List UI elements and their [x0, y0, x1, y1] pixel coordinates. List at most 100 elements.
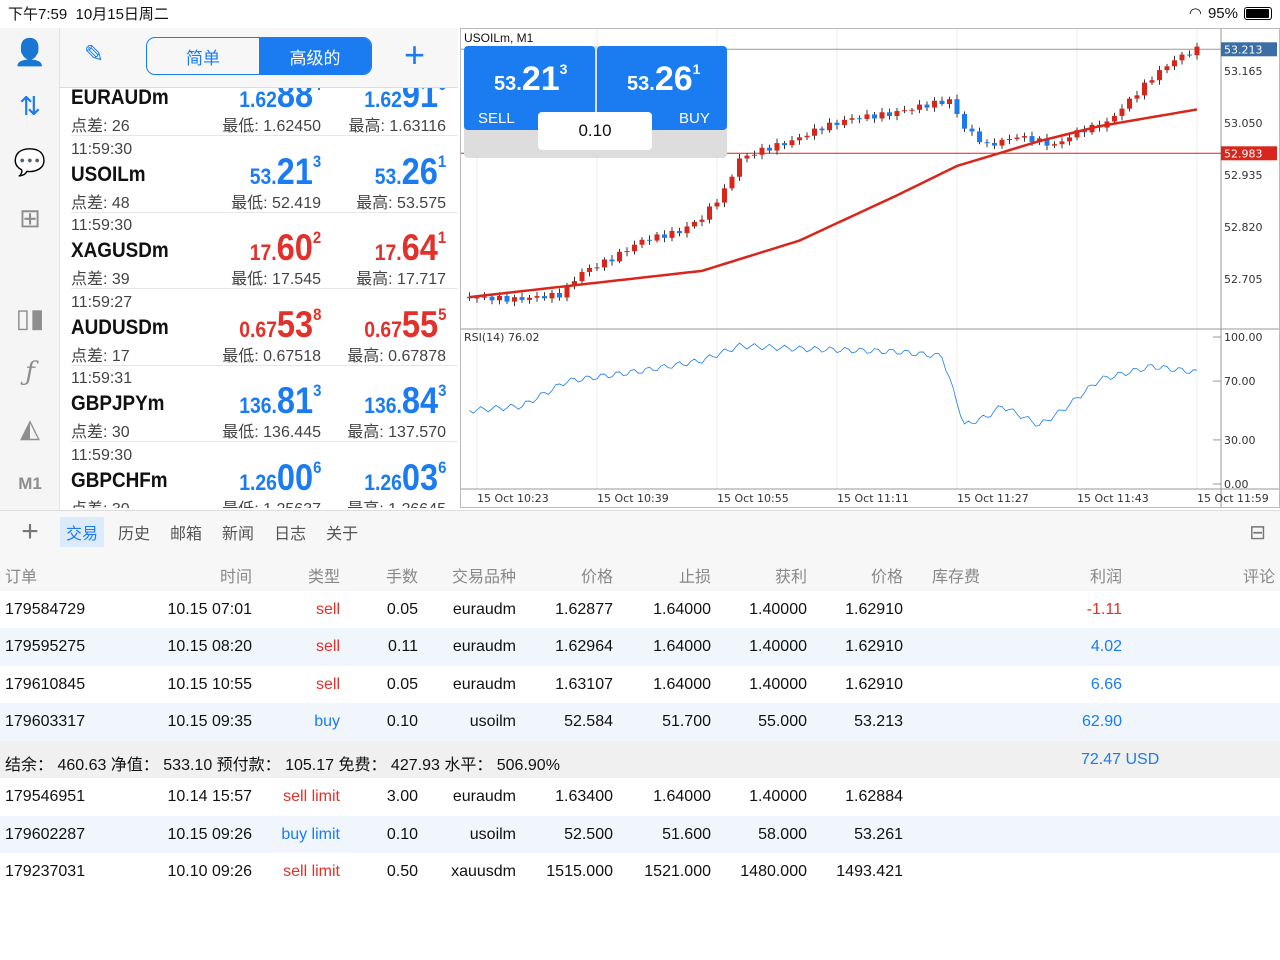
cell: 10.15 09:26 — [167, 825, 252, 843]
quote-row[interactable]: 11:59:30 XAGUSDm 点差: 39 17.602 17.641 最低: 17.… — [71, 213, 458, 289]
cell: usoilm — [469, 825, 516, 843]
battery-icon — [1244, 6, 1272, 20]
candle — [602, 259, 607, 268]
position-row[interactable]: 179595275 10.15 08:20 sell 0.11 euraudm 1.629… — [0, 628, 1280, 666]
cell: 10.15 08:20 — [167, 638, 252, 655]
quote-symbol: XAGUSDm — [71, 239, 169, 262]
candle — [759, 147, 765, 155]
advanced-tab[interactable]: 高级的 — [259, 38, 371, 74]
quote-row[interactable]: EURAUDm点差: 261.628841.62910最低: 1.62450最高… — [71, 88, 458, 136]
order-row[interactable]: 179602287 10.15 09:26 buy limit 0.10 usoilm 5… — [0, 815, 1280, 853]
cell: 1.62964 — [555, 638, 613, 655]
quote-row[interactable]: 11:59:27 AUDUSDm 点差: 17 0.67538 0.67555 最低: 0… — [71, 290, 458, 366]
cell: 1.62877 — [555, 600, 613, 618]
cell: euraudm — [452, 788, 516, 805]
tab-1[interactable]: 历史 — [112, 517, 156, 547]
candle — [1029, 136, 1035, 143]
cell: 52.584 — [564, 713, 613, 730]
cell: 止损 — [678, 569, 711, 586]
current-price-label: 53.213 — [1224, 43, 1263, 56]
cell: 价格 — [870, 569, 903, 586]
position-row[interactable]: 179603317 10.15 09:35 buy 0.10 usoilm 52.584 5… — [0, 703, 1280, 741]
quote-symbol: USOILm — [71, 162, 146, 186]
quote-bid[interactable]: 136.813 — [239, 380, 321, 422]
tab-0[interactable]: 交易 — [60, 517, 105, 547]
tab-2[interactable]: 邮箱 — [164, 517, 208, 547]
sell-price-sup: 3 — [559, 61, 568, 77]
quote-high: 最高: 137.570 — [347, 424, 446, 441]
tab-5[interactable]: 关于 — [320, 517, 364, 547]
candle — [692, 221, 697, 227]
cell: 库存费 — [932, 569, 981, 586]
quotes-list: EURAUDm点差: 261.628841.62910最低: 1.62450最高… — [60, 88, 458, 508]
quote-symbol: AUDUSDm — [71, 315, 169, 339]
rsi-tick: 70.00 — [1224, 375, 1256, 388]
position-row[interactable]: 179584729 10.15 07:01 sell 0.05 euraudm 1.628… — [0, 591, 1280, 629]
candle — [1194, 46, 1200, 56]
time-tick: 15 Oct 11:43 — [1077, 492, 1149, 505]
quote-row[interactable]: 11:59:30GBPCHFm点差: 301.260061.26036最低: 1… — [71, 443, 458, 509]
cell: 179610845 — [5, 675, 86, 693]
tab-4[interactable]: 日志 — [268, 517, 312, 547]
position-row[interactable]: 179610845 10.15 10:55 sell 0.05 euraudm 1.631… — [0, 666, 1280, 704]
candle — [662, 234, 667, 238]
quote-low: 最低: 136.445 — [222, 424, 321, 441]
add-icon[interactable]: + — [0, 515, 60, 549]
account-icon[interactable]: 👤 — [12, 34, 48, 70]
candle — [1007, 138, 1012, 140]
quote-ask[interactable]: 0.67555 — [364, 304, 446, 346]
candle — [752, 154, 757, 156]
cell: 1.40000 — [749, 675, 807, 693]
candle — [609, 259, 615, 262]
add-symbol-icon[interactable]: + — [404, 34, 425, 76]
sell-label: SELL — [478, 110, 515, 127]
edit-icon[interactable]: ✎ — [84, 40, 104, 69]
rsi-tick: 30.00 — [1224, 434, 1256, 447]
candle — [932, 100, 937, 108]
quote-bid[interactable]: 0.67538 — [239, 304, 321, 346]
quote-ask[interactable]: 17.641 — [375, 227, 446, 269]
cell: 1.63400 — [555, 788, 613, 805]
layout-icon[interactable]: ⊟ — [1249, 520, 1266, 545]
quote-bid[interactable]: 53.213 — [250, 151, 321, 193]
quote-row[interactable]: 11:59:30 USOILm 点差: 48 53.213 53.261 最低: 52.4… — [71, 137, 458, 213]
quote-bid-part: 136. — [238, 393, 277, 418]
quote-ask[interactable]: 136.843 — [364, 380, 446, 422]
trade-arrows-icon[interactable]: ⇅ — [12, 88, 48, 124]
candle — [849, 118, 855, 120]
simple-tab[interactable]: 简单 — [147, 38, 259, 74]
candle — [624, 251, 630, 253]
cell: 0.05 — [386, 600, 418, 618]
quote-ask[interactable]: 1.26036 — [364, 457, 446, 499]
order-row[interactable]: 179237031 10.10 09:26 sell limit 0.50 xauusd… — [0, 853, 1280, 891]
quote-bid[interactable]: 17.602 — [250, 227, 321, 269]
candle — [909, 109, 915, 111]
price-tick: 52.820 — [1224, 221, 1263, 234]
chat-icon[interactable]: 💬 — [12, 144, 48, 180]
volume-input[interactable]: 0.10 — [538, 112, 652, 150]
quote-bid-part: 8 — [312, 304, 321, 324]
order-row[interactable]: 179546951 10.14 15:57 sell limit 3.00 euraud… — [0, 778, 1280, 816]
quote-time: 11:59:27 — [71, 293, 133, 311]
timeframe-button[interactable]: M1 — [12, 466, 48, 502]
tab-3[interactable]: 新闻 — [216, 517, 260, 547]
candle — [864, 114, 870, 119]
new-order-icon[interactable]: ⊞ — [12, 200, 48, 236]
chart-type-icon[interactable]: ▯▮ — [12, 300, 48, 336]
clock: 下午7:59 — [8, 5, 68, 23]
quote-ask[interactable]: 53.261 — [375, 151, 446, 193]
candle — [677, 230, 682, 234]
cell: 订单 — [5, 569, 38, 586]
quote-row[interactable]: 11:59:31 GBPJPYm 点差: 30 136.813 136.843 最低: 1… — [71, 366, 458, 442]
cell: 1.40000 — [749, 600, 807, 618]
indicators-icon[interactable]: ƒ — [12, 354, 48, 390]
quote-bid[interactable]: 1.26006 — [239, 457, 321, 499]
cell: euraudm — [452, 600, 516, 618]
quote-spread: 点差: 26 — [71, 118, 130, 135]
quote-high: 最高: 0.67878 — [347, 347, 446, 365]
rsi-tick: 0.00 — [1224, 478, 1249, 491]
cell: 58.000 — [758, 825, 807, 843]
objects-icon[interactable]: ◭ — [12, 410, 48, 446]
cell: buy limit — [281, 825, 340, 843]
chart-panel[interactable]: 53.165 53.050 52.935 52.820 52.705 15 Oct 10:… — [460, 28, 1280, 508]
